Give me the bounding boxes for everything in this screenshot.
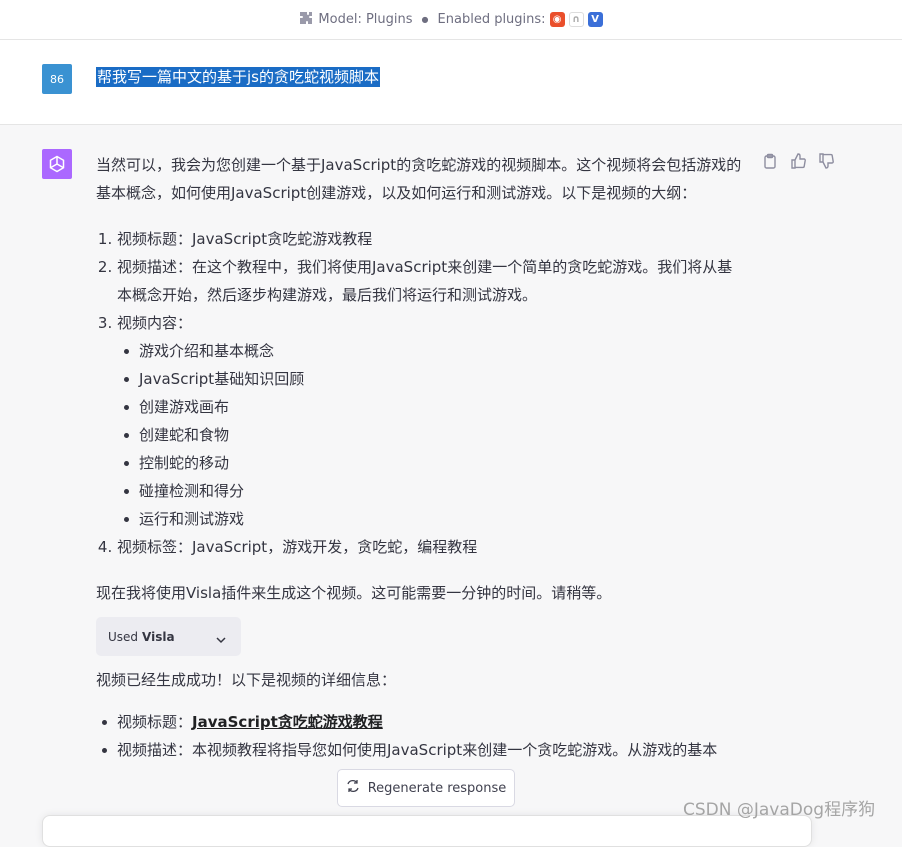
- assistant-message-row: 当然可以，我会为您创建一个基于JavaScript的贪吃蛇游戏的视频脚本。这个视…: [0, 125, 902, 826]
- outline-list: 视频标题：JavaScript贪吃蛇游戏教程 视频描述：在这个教程中，我们将使用…: [96, 225, 746, 561]
- content-item: 控制蛇的移动: [124, 449, 746, 477]
- content-item: 游戏介绍和基本概念: [124, 337, 746, 365]
- used-prefix: Used: [108, 629, 139, 644]
- result-intro: 视频已经生成成功！以下是视频的详细信息：: [96, 671, 397, 689]
- content-item: 创建游戏画布: [124, 393, 746, 421]
- plugin-1-icon: ◉: [549, 12, 565, 27]
- visla-plugin-icon: V: [587, 12, 603, 27]
- model-info-bar: Model: Plugins ● Enabled plugins: ◉ ∩ V: [0, 0, 902, 40]
- puzzle-icon: [299, 11, 313, 29]
- outline-item: 视频标题：JavaScript贪吃蛇游戏教程: [117, 225, 746, 253]
- user-message-row: 86 帮我写一篇中文的基于js的贪吃蛇视频脚本: [0, 40, 902, 125]
- video-link[interactable]: JavaScript贪吃蛇游戏教程: [192, 713, 383, 731]
- outline-item-label: 视频内容：: [117, 314, 193, 332]
- content-item: 碰撞检测和得分: [124, 477, 746, 505]
- detail-item-desc: 视频描述：本视频教程将指导您如何使用JavaScript来创建一个贪吃蛇游戏。从…: [102, 736, 746, 764]
- outline-item: 视频标签：JavaScript，游戏开发，贪吃蛇，编程教程: [117, 533, 746, 561]
- thumbs-down-icon[interactable]: [818, 153, 834, 169]
- detail-list: 视频标题：JavaScript贪吃蛇游戏教程 视频描述：本视频教程将指导您如何使…: [96, 708, 746, 764]
- content-item: 创建蛇和食物: [124, 421, 746, 449]
- thumbs-up-icon[interactable]: [790, 153, 806, 169]
- plugin-2-icon: ∩: [568, 12, 584, 27]
- regenerate-label: Regenerate response: [367, 780, 507, 796]
- used-plugin-dropdown[interactable]: Used Visla: [96, 617, 241, 656]
- message-actions: [762, 153, 834, 169]
- assistant-message-content: 当然可以，我会为您创建一个基于JavaScript的贪吃蛇游戏的视频脚本。这个视…: [96, 151, 746, 764]
- content-item: 运行和测试游戏: [124, 505, 746, 533]
- refresh-icon: [346, 779, 360, 797]
- chatgpt-logo-icon: [42, 149, 72, 179]
- outline-item: 视频描述：在这个教程中，我们将使用JavaScript来创建一个简单的贪吃蛇游戏…: [117, 253, 746, 309]
- separator-dot: ●: [421, 15, 429, 24]
- regenerate-button[interactable]: Regenerate response: [337, 769, 515, 807]
- copy-icon[interactable]: [762, 153, 778, 169]
- outline-item: 视频内容： 游戏介绍和基本概念 JavaScript基础知识回顾 创建游戏画布 …: [117, 309, 746, 533]
- plugin-note: 现在我将使用Visla插件来生成这个视频。这可能需要一分钟的时间。请稍等。: [96, 584, 612, 602]
- enabled-plugins-label: Enabled plugins:: [437, 12, 546, 27]
- chevron-down-icon: [215, 628, 227, 656]
- user-message-text: 帮我写一篇中文的基于js的贪吃蛇视频脚本: [96, 67, 380, 87]
- intro-paragraph: 当然可以，我会为您创建一个基于JavaScript的贪吃蛇游戏的视频脚本。这个视…: [96, 156, 742, 202]
- detail-item-title: 视频标题：JavaScript贪吃蛇游戏教程: [102, 708, 746, 736]
- user-avatar: 86: [42, 64, 72, 94]
- used-plugin-name: Visla: [142, 629, 175, 644]
- content-item: JavaScript基础知识回顾: [124, 365, 746, 393]
- watermark-text: CSDN @JavaDog程序狗: [683, 800, 876, 820]
- content-sublist: 游戏介绍和基本概念 JavaScript基础知识回顾 创建游戏画布 创建蛇和食物…: [117, 337, 746, 533]
- model-label: Model: Plugins: [318, 12, 413, 27]
- detail-title-label: 视频标题：: [117, 713, 193, 731]
